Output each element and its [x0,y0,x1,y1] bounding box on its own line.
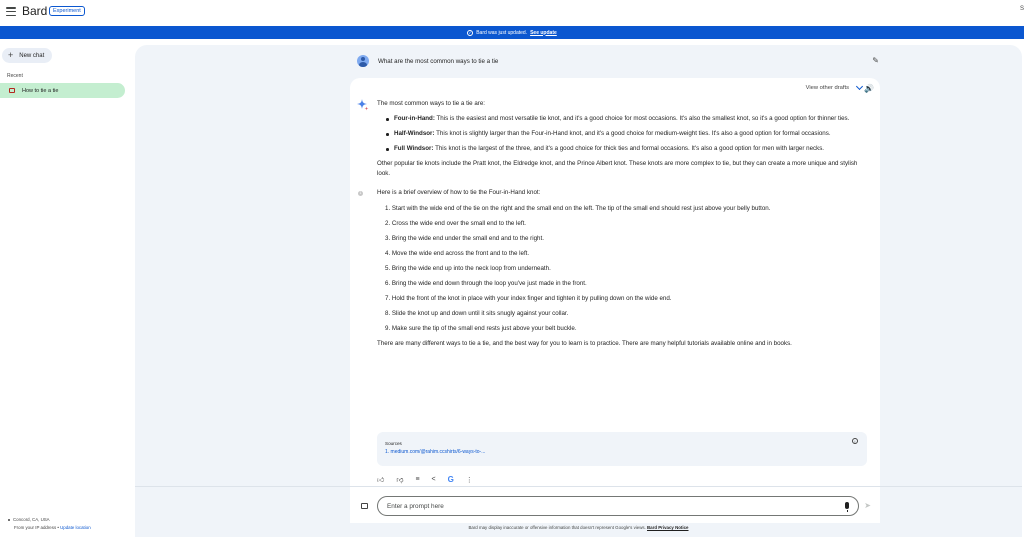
steps-list: 1. Start with the wide end of the tie on… [377,204,872,334]
share-icon[interactable]: < [432,476,436,483]
list-item: Four-in-Hand: This is the easiest and mo… [386,114,872,124]
list-item: 2. Cross the wide end over the small end… [385,220,527,227]
list-item: 9. Make sure the tip of the small end re… [385,325,577,332]
knot-list: Four-in-Hand: This is the easiest and mo… [377,114,872,154]
pencil-edit-icon[interactable]: ✎ [872,56,879,65]
response-actions: 👍︎ 👎︎ ≡ < G ⋮ [377,475,473,484]
top-bar: Bard Experiment S [0,0,1024,24]
recent-chat-label: How to tie a tie [22,87,59,94]
list-item: 7. Hold the front of the knot in place w… [385,295,672,302]
list-item: Full Windsor: This knot is the largest o… [386,144,872,154]
knot-name: Four-in-Hand: [394,115,435,122]
update-banner: ✓ Bard was just updated. See update [0,26,1024,39]
disclaimer-text: Bard may display inaccurate or offensive… [468,525,648,530]
location-info: Concord, CA, USA From your IP address • … [8,516,91,532]
chat-bubble-icon [9,88,15,93]
new-chat-button[interactable]: + New chat [2,48,53,63]
recent-heading: Recent [7,73,23,79]
list-item: 5. Bring the wide end up into the neck l… [385,265,551,272]
list-item: 1. Start with the wide end of the tie on… [385,205,771,212]
list-item: Half-Windsor: This knot is slightly larg… [386,129,872,139]
thumbs-down-icon[interactable]: 👎︎ [396,475,403,484]
sources-box: Sources 1. medium.com/@rahim.ccshirts/6-… [377,432,867,466]
knot-name: Half-Windsor: [394,130,435,137]
closing-paragraph: There are many different ways to tie a t… [377,340,792,347]
location-source: From your IP address [14,525,57,530]
see-update-link[interactable]: See update [530,30,557,36]
more-options-icon[interactable]: ⋮ [466,476,473,484]
privacy-notice-link[interactable]: Bard Privacy Notice [647,525,689,530]
menu-icon[interactable] [6,7,16,16]
new-chat-label: New chat [19,52,45,59]
sidebar: + New chat Recent How to tie a tie Conco… [0,40,132,537]
source-link[interactable]: 1. medium.com/@rahim.ccshirts/6-ways-to-… [385,449,859,455]
disclaimer: Bard may display inaccurate or offensive… [135,525,1022,530]
prompt-box [377,496,859,516]
citation-icon[interactable]: 1 [358,191,363,196]
app-title[interactable]: Bard [22,4,47,18]
location-place: Concord, CA, USA [13,517,50,522]
upload-image-icon[interactable] [361,503,368,509]
sources-title: Sources [385,441,402,446]
send-icon[interactable]: ➤ [864,501,871,510]
plus-icon: + [8,50,14,60]
view-other-drafts-button[interactable]: View other drafts [806,85,849,91]
recent-chat-item[interactable]: How to tie a tie [0,83,125,98]
other-knots-paragraph: Other popular tie knots include the Prat… [377,160,858,177]
list-item: 4. Move the wide end across the front an… [385,250,530,257]
avatar [357,55,369,67]
knot-description: This is the easiest and most versatile t… [434,115,850,122]
conversation-panel: What are the most common ways to tie a t… [135,45,1022,537]
experiment-badge: Experiment [49,6,85,16]
overview-paragraph: 1 Here is a brief overview of how to tie … [358,188,872,198]
location-dot-icon [8,519,10,521]
modify-response-icon[interactable]: ≡ [415,476,419,483]
microphone-icon[interactable] [845,502,849,512]
info-icon[interactable]: i [852,438,858,444]
thumbs-up-icon[interactable]: 👍︎ [377,475,384,484]
response-body: The most common ways to tie a tie are: F… [358,99,872,349]
knot-description: This knot is slightly larger than the Fo… [434,130,831,137]
chevron-down-icon[interactable] [855,82,864,91]
response-intro: The most common ways to tie a tie are: [377,100,485,107]
list-item: 6. Bring the wide end down through the l… [385,280,587,287]
knot-description: This knot is the largest of the three, a… [433,145,825,152]
prompt-area: ➤ [361,496,871,516]
speaker-icon[interactable]: 🔊 [864,84,874,93]
prompt-input[interactable] [387,502,827,510]
banner-text: Bard was just updated. [476,29,528,36]
list-item: 3. Bring the wide end under the small en… [385,235,544,242]
bard-sparkle-icon [357,99,369,111]
top-right-glyph: S [1019,6,1024,12]
check-circle-icon: ✓ [467,29,474,36]
divider [135,486,1022,487]
knot-name: Full Windsor: [394,145,434,152]
overview-text: Here is a brief overview of how to tie t… [377,189,541,196]
response-card: View other drafts 🔊 The most common ways… [350,78,880,523]
list-item: 8. Slide the knot up and down until it s… [385,310,569,317]
google-it-icon[interactable]: G [448,475,454,484]
user-query: What are the most common ways to tie a t… [357,54,879,68]
update-location-link[interactable]: Update location [60,525,91,530]
query-text: What are the most common ways to tie a t… [378,57,499,65]
drafts-control: View other drafts 🔊 [806,82,874,93]
